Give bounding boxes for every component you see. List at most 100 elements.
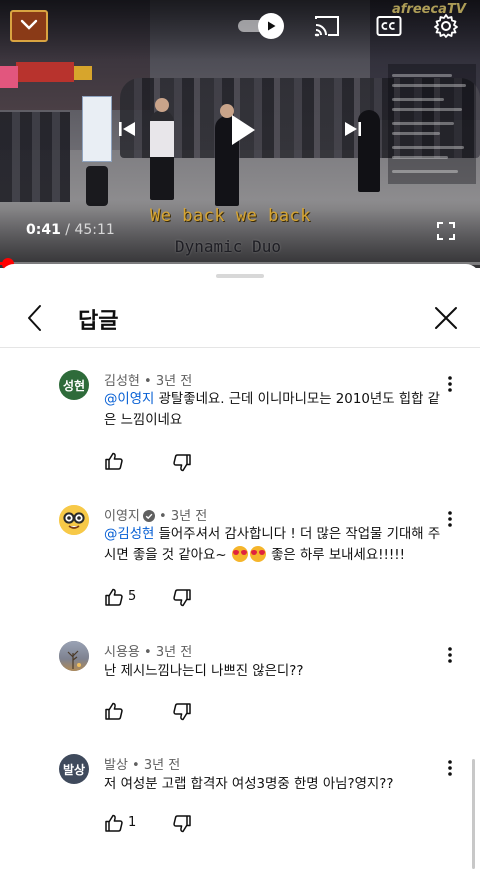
chevron-left-icon — [28, 305, 41, 331]
dislike-button[interactable] — [172, 702, 192, 722]
app-root: afreecaTV We back we back Dynamic Duo 0:… — [0, 0, 480, 871]
reply-meta: 시용용 • 3년 전 — [104, 641, 192, 660]
like-button[interactable] — [104, 701, 124, 721]
heart-eyes-emoji-icon — [231, 546, 248, 562]
scrollbar[interactable] — [472, 759, 475, 869]
panel-title: 답글 — [78, 309, 119, 334]
thumbs-down-icon — [173, 589, 191, 607]
reply-timestamp[interactable]: 3년 전 — [156, 374, 192, 389]
avatar[interactable]: 성현 — [59, 370, 89, 400]
video-frame-performer-head — [155, 98, 169, 112]
author-name[interactable]: 이영지 — [104, 509, 140, 524]
author-name[interactable]: 발상 — [104, 758, 128, 773]
dislike-button[interactable] — [172, 588, 192, 608]
reply-timestamp[interactable]: 3년 전 — [171, 509, 207, 524]
skip-previous-icon — [119, 122, 135, 136]
current-time: 0:41 — [26, 222, 61, 238]
avatar[interactable]: 발상 — [59, 754, 89, 784]
dislike-button[interactable] — [172, 814, 192, 834]
video-frame-sign — [16, 62, 74, 82]
video-lyric-line: We back we back — [150, 206, 312, 226]
avatar[interactable] — [59, 505, 89, 535]
nerd-face-icon — [59, 505, 89, 535]
previous-button[interactable] — [114, 116, 140, 142]
mention-link[interactable]: @김성현 — [104, 527, 154, 542]
autoplay-toggle-icon — [258, 13, 284, 39]
time-separator: / — [60, 222, 75, 238]
avatar-initials: 발상 — [62, 762, 86, 777]
more-vert-icon — [448, 647, 452, 663]
chevron-down-icon — [20, 17, 38, 35]
back-button[interactable] — [14, 300, 54, 336]
reply-meta: 김성현 • 3년 전 — [104, 370, 192, 389]
next-button[interactable] — [340, 116, 366, 142]
duration: 45:11 — [74, 222, 115, 238]
reply-text-content: 좋은 하루 보내세요!!!!! — [266, 548, 405, 563]
thumbs-down-icon — [173, 815, 191, 833]
reply-meta: 발상 • 3년 전 — [104, 754, 180, 773]
like-button[interactable] — [104, 451, 124, 471]
close-button[interactable] — [426, 300, 466, 336]
thumbs-up-icon — [105, 814, 123, 832]
video-frame-performer — [150, 110, 174, 200]
reply-text-content: 저 여성분 고랩 합격자 여성3명중 한명 아님?영지?? — [104, 777, 394, 792]
author-name[interactable]: 김성현 — [104, 374, 140, 389]
avatar[interactable] — [59, 641, 89, 671]
photo-avatar-icon — [59, 641, 89, 671]
meta-separator: • — [127, 758, 144, 773]
cast-icon — [314, 16, 339, 37]
reply-meta: 이영지 • 3년 전 — [104, 505, 207, 526]
captions-button[interactable] — [374, 13, 404, 39]
gear-icon — [434, 14, 458, 38]
reply-text: 저 여성분 고랩 합격자 여성3명중 한명 아님?영지?? — [104, 774, 444, 795]
collapse-player-button[interactable] — [10, 10, 48, 42]
reply-text-content: 광탈좋네요. 근데 이니마니모는 2010년도 힙합 같은 느낌이네요 — [104, 392, 440, 428]
video-frame-sign — [74, 66, 92, 80]
fullscreen-button[interactable] — [434, 219, 458, 243]
like-button[interactable] — [104, 587, 124, 607]
play-button[interactable] — [226, 110, 260, 150]
autoplay-toggle[interactable] — [238, 13, 286, 39]
video-player[interactable]: afreecaTV We back we back Dynamic Duo 0:… — [0, 0, 480, 268]
like-count: 1 — [128, 815, 137, 830]
more-vert-icon — [448, 760, 452, 776]
author-name[interactable]: 시용용 — [104, 645, 140, 660]
header-divider — [0, 347, 480, 348]
video-frame-standee — [82, 96, 112, 162]
video-frame-chat-overlay — [388, 64, 476, 184]
video-frame-speaker — [86, 166, 108, 206]
video-frame-crowd — [0, 112, 70, 202]
time-display: 0:41 / 45:11 — [26, 222, 115, 238]
cast-button[interactable] — [312, 13, 342, 39]
avatar-initials: 성현 — [62, 378, 86, 393]
heart-eyes-emoji-icon — [249, 546, 266, 562]
thumbs-down-icon — [173, 703, 191, 721]
video-frame-crowd — [120, 78, 480, 158]
video-lyric-line: Dynamic Duo — [175, 237, 281, 256]
play-icon — [232, 115, 255, 145]
more-vert-icon — [448, 511, 452, 527]
dislike-button[interactable] — [172, 453, 192, 473]
meta-separator: • — [139, 374, 156, 389]
cc-icon — [376, 16, 402, 36]
drag-handle[interactable] — [216, 274, 264, 278]
thumbs-up-icon — [105, 588, 123, 606]
reply-text-content: 난 제시느낌나는디 나쁘진 않은디?? — [104, 664, 304, 679]
thumbs-down-icon — [173, 454, 191, 472]
like-count: 5 — [128, 589, 137, 604]
close-icon — [435, 307, 457, 329]
reply-timestamp[interactable]: 3년 전 — [156, 645, 192, 660]
mention-link[interactable]: @이영지 — [104, 392, 154, 407]
reply-text: @김성현 들어주셔서 감사합니다 ! 더 많은 작업물 기대해 주시면 좋을 것… — [104, 524, 444, 566]
more-vert-icon — [448, 376, 452, 392]
meta-separator: • — [139, 645, 156, 660]
fullscreen-icon — [437, 222, 455, 240]
thumbs-up-icon — [105, 452, 123, 470]
meta-separator: • — [154, 509, 171, 524]
thumbs-up-icon — [105, 702, 123, 720]
skip-next-icon — [345, 122, 361, 136]
like-button[interactable] — [104, 813, 124, 833]
reply-text: 난 제시느낌나는디 나쁘진 않은디?? — [104, 661, 444, 682]
reply-timestamp[interactable]: 3년 전 — [144, 758, 180, 773]
settings-button[interactable] — [431, 11, 461, 41]
